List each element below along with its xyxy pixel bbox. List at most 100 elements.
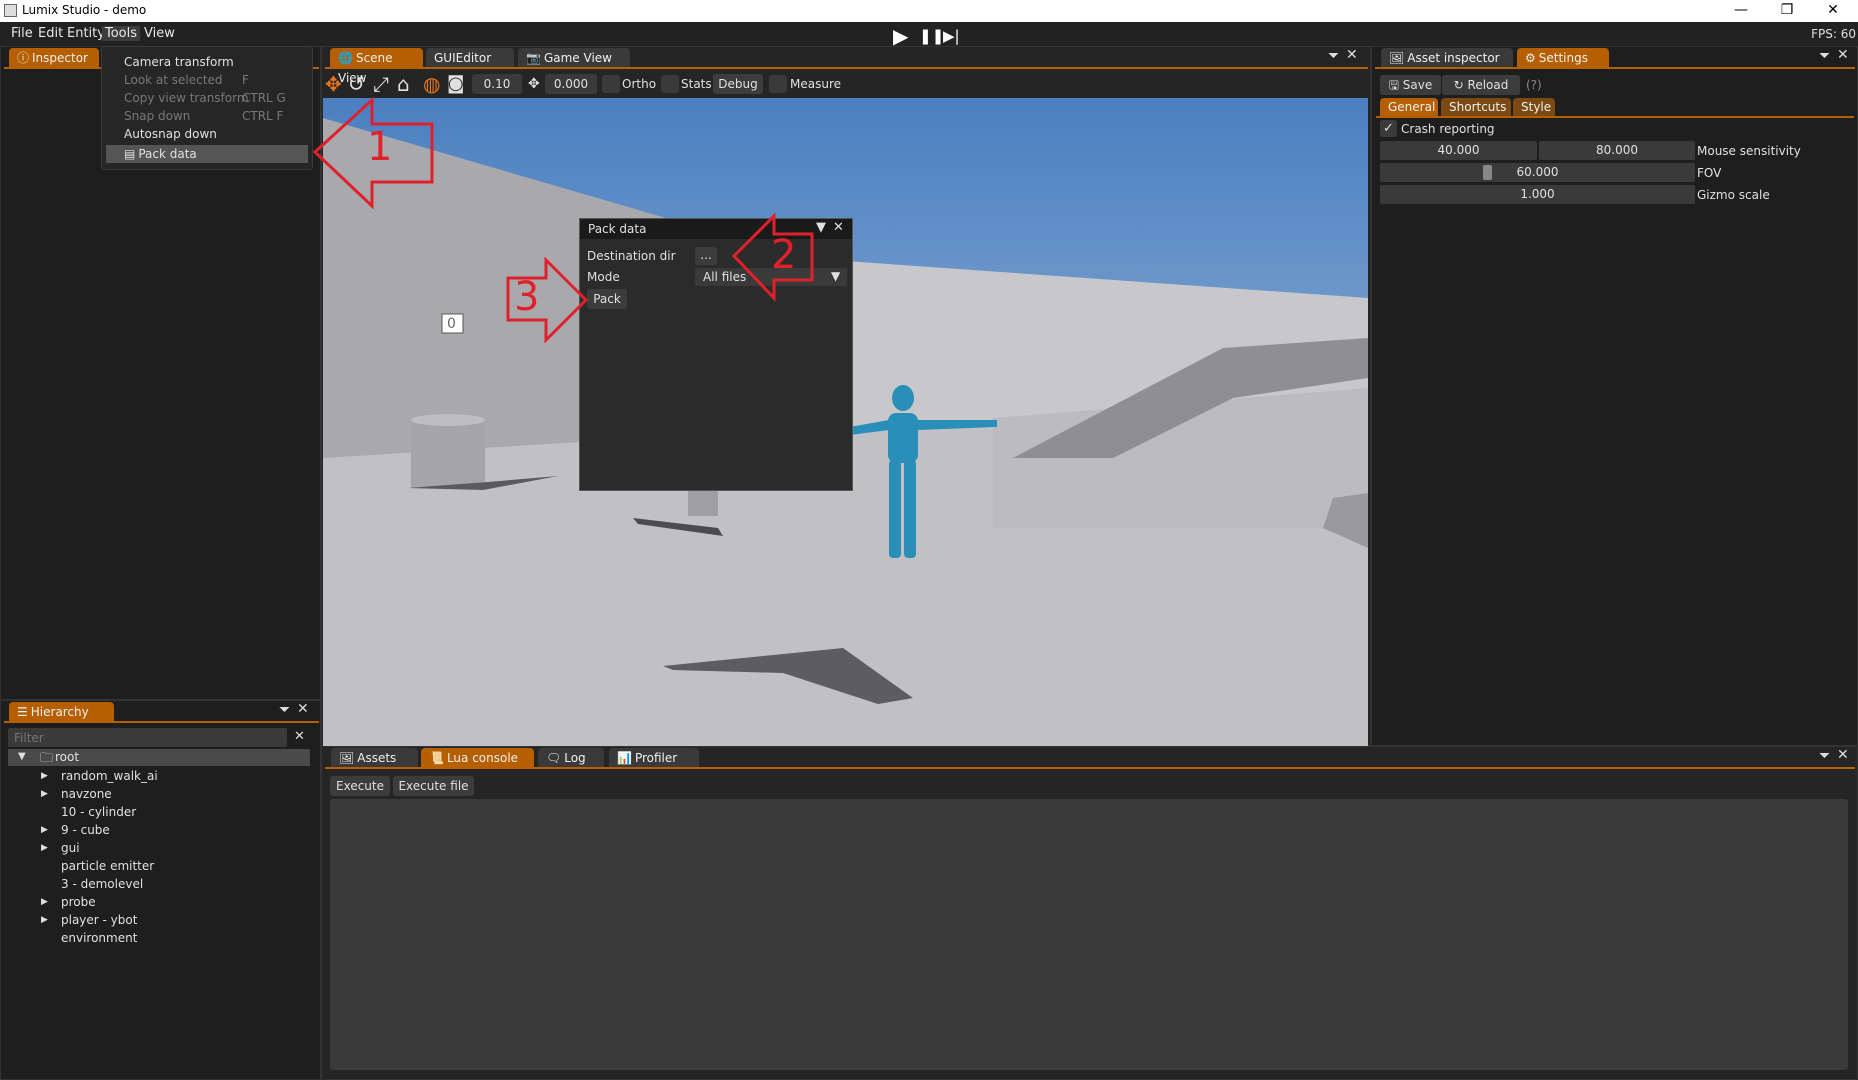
stats-checkbox[interactable] [661, 75, 679, 93]
subtab-style[interactable]: Style [1513, 98, 1555, 116]
app-icon [4, 4, 17, 17]
menu-item-snap-down[interactable]: Snap down CTRL F [102, 107, 312, 125]
menu-item-label: Copy view transform [124, 91, 249, 105]
panel-menu-icon[interactable]: ⏷ [279, 702, 290, 718]
screenshot-icon[interactable]: ◙ [447, 73, 464, 95]
tab-assets[interactable]: 🖼 Assets [331, 748, 418, 768]
save-label: Save [1402, 78, 1433, 92]
menu-item-camera-transform[interactable]: Camera transform [102, 53, 312, 71]
tree-item[interactable]: probe [61, 895, 96, 909]
clear-filter-icon[interactable]: ✕ [294, 729, 305, 744]
script-icon: 📜 [429, 751, 444, 765]
tab-inspector[interactable]: ⓘ Inspector [9, 48, 99, 68]
reload-icon: ↻ [1453, 78, 1468, 92]
tab-gui-editor[interactable]: GUIEditor [426, 48, 514, 68]
close-icon[interactable]: ✕ [1346, 47, 1358, 63]
menu-file[interactable]: File [8, 26, 36, 41]
fov-slider-handle[interactable] [1483, 165, 1492, 180]
move-icon[interactable]: ✥ [325, 73, 342, 95]
tree-item[interactable]: player - ybot [61, 913, 137, 927]
execute-file-button[interactable]: Execute file [393, 776, 474, 796]
tree-item[interactable]: 10 - cylinder [61, 805, 136, 819]
help-hint[interactable]: (?) [1526, 78, 1542, 92]
close-window-button[interactable]: ✕ [1810, 0, 1856, 22]
tab-game-view[interactable]: 📷 Game View [518, 48, 630, 68]
dialog-title-bar[interactable]: Pack data [580, 219, 852, 239]
close-icon[interactable]: ✕ [1837, 47, 1849, 63]
tree-root-row[interactable]: ▼ 🗀 root [8, 749, 310, 766]
tree-item[interactable]: gui [61, 841, 80, 855]
expand-arrow-icon[interactable]: ▶ [41, 789, 48, 799]
menu-item-autosnap-down[interactable]: Autosnap down [102, 125, 312, 143]
tab-settings[interactable]: ⚙ Settings [1517, 48, 1609, 68]
lua-script-editor[interactable] [330, 799, 1848, 1070]
tab-profiler[interactable]: 📊 Profiler [609, 748, 699, 768]
pack-button[interactable]: Pack [587, 289, 627, 309]
tab-asset-inspector[interactable]: 🖼 Asset inspector [1381, 48, 1513, 68]
subtab-shortcuts[interactable]: Shortcuts [1441, 98, 1511, 116]
expand-arrow-icon[interactable]: ▶ [41, 771, 48, 781]
step-icon[interactable]: ▶| [943, 27, 960, 45]
collapse-icon[interactable]: ▼ [816, 220, 826, 235]
close-icon[interactable]: ✕ [297, 701, 309, 717]
close-icon[interactable]: ✕ [1837, 747, 1849, 763]
tree-item[interactable]: environment [61, 931, 137, 945]
crash-reporting-checkbox[interactable]: ✓ [1380, 120, 1397, 137]
fov-slider[interactable]: 60.000 [1380, 163, 1695, 182]
menu-item-shortcut: CTRL F [242, 109, 284, 123]
gizmo-scale-field[interactable]: 1.000 [1380, 185, 1695, 204]
tree-item[interactable]: 9 - cube [61, 823, 110, 837]
tab-scene-view[interactable]: 🌐 Scene View [330, 48, 423, 85]
expand-arrow-icon[interactable]: ▶ [41, 897, 48, 907]
tree-item[interactable]: random_walk_ai [61, 769, 158, 783]
minimize-button[interactable]: — [1718, 0, 1764, 22]
image-icon: 🖼 [339, 751, 355, 765]
home-icon[interactable]: ⌂ [397, 73, 410, 95]
menu-view[interactable]: View [141, 26, 178, 41]
mouse-sensitivity-x-field[interactable]: 40.000 [1380, 141, 1537, 160]
annotation-number-1: 1 [367, 124, 393, 170]
reload-button[interactable]: ↻ Reload [1442, 75, 1520, 95]
tree-item[interactable]: particle emitter [61, 859, 154, 873]
offset-value-field[interactable]: 0.000 [545, 74, 597, 94]
tab-lua-console[interactable]: 📜 Lua console [421, 748, 534, 768]
mode-select-value: All files [703, 270, 747, 284]
global-icon[interactable]: ◍ [423, 73, 440, 95]
menu-item-pack-data[interactable]: ▤ Pack data [106, 145, 308, 163]
expand-arrow-icon[interactable]: ▶ [41, 843, 48, 853]
play-icon[interactable]: ▶ [893, 24, 908, 48]
close-icon[interactable]: ✕ [833, 220, 844, 235]
menu-edit[interactable]: Edit [35, 26, 66, 41]
step-value-field[interactable]: 0.10 [472, 74, 522, 94]
right-tab-underline [1375, 67, 1855, 69]
fov-label: FOV [1697, 166, 1722, 180]
tree-item[interactable]: navzone [61, 787, 112, 801]
menu-tools[interactable]: Tools [102, 26, 141, 41]
menu-item-shortcut: CTRL G [242, 91, 286, 105]
measure-checkbox[interactable] [769, 75, 787, 93]
mouse-sensitivity-y-field[interactable]: 80.000 [1539, 141, 1695, 160]
subtab-general[interactable]: General [1380, 98, 1438, 116]
panel-menu-icon[interactable]: ⏷ [1819, 48, 1830, 64]
maximize-button[interactable]: ❐ [1764, 0, 1810, 22]
ortho-checkbox[interactable] [602, 75, 620, 93]
filter-input[interactable] [8, 728, 287, 747]
panel-menu-icon[interactable]: ⏷ [1328, 48, 1339, 64]
rotate-icon[interactable]: ↺ [348, 73, 365, 95]
tab-log[interactable]: 🗨 Log [538, 748, 604, 768]
expand-arrow-icon[interactable]: ▶ [41, 915, 48, 925]
execute-button[interactable]: Execute [330, 776, 390, 796]
save-button[interactable]: 🖫 Save [1380, 75, 1441, 95]
browse-button[interactable]: ... [695, 247, 717, 265]
tab-label: Log [564, 751, 586, 765]
tab-hierarchy[interactable]: ☰ Hierarchy [9, 702, 114, 722]
scale-icon[interactable]: ⤢ [373, 73, 389, 95]
tree-item[interactable]: 3 - demolevel [61, 877, 143, 891]
menu-item-copy-view-transform[interactable]: Copy view transform CTRL G [102, 89, 312, 107]
expand-arrow-icon[interactable]: ▶ [41, 825, 48, 835]
debug-button[interactable]: Debug [713, 74, 763, 94]
pause-icon[interactable]: ❚❚ [919, 27, 944, 45]
hierarchy-tab-underline [4, 721, 319, 723]
panel-menu-icon[interactable]: ⏷ [1819, 748, 1830, 764]
menu-item-look-at-selected[interactable]: Look at selected F [102, 71, 312, 89]
